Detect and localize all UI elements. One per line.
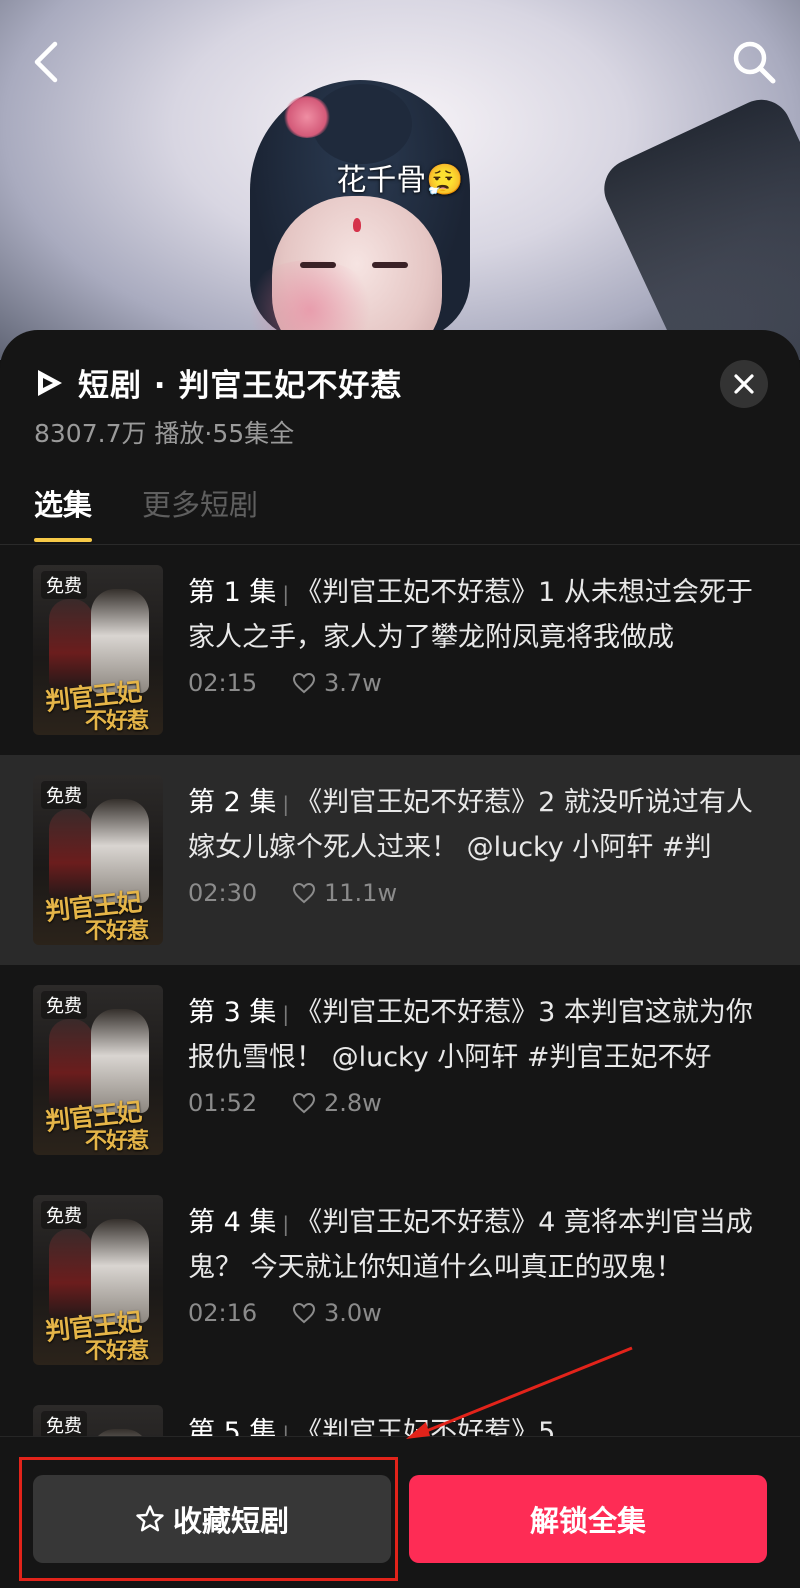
close-icon: [734, 374, 754, 394]
free-badge: 免费: [41, 571, 87, 599]
episode-stats: 01:52 2.8w: [188, 1089, 778, 1117]
star-icon: [136, 1505, 164, 1532]
free-badge: 免费: [41, 991, 87, 1019]
episode-description: 第 4 集 | 《判官王妃不好惹》4 竟将本判官当成鬼？ 今天就让你知道什么叫真正的…: [188, 1207, 753, 1283]
unlock-label: 解锁全集: [529, 1504, 646, 1538]
episode-likes: 2.8w: [324, 1089, 382, 1117]
sheet-header: 短剧 · 判官王妃不好惹: [34, 360, 402, 405]
favorite-label: 收藏短剧: [172, 1504, 289, 1538]
episode-stats: 02:15 3.7w: [188, 669, 778, 697]
character-eye: [300, 262, 336, 268]
episode-thumbnail: 判官王妃 不好惹 免费: [33, 985, 163, 1155]
hair-flower: [283, 96, 331, 138]
close-button[interactable]: [720, 360, 768, 408]
drama-title: 短剧 · 判官王妃不好惹: [78, 368, 403, 404]
favorite-drama-button[interactable]: 收藏短剧: [33, 1475, 391, 1563]
episode-description: 第 1 集 | 《判官王妃不好惹》1 从未想过会死于家人之手，家人为了攀龙附凤竟将我…: [188, 577, 753, 653]
search-icon: [733, 41, 776, 84]
episode-likes: 3.7w: [324, 669, 382, 697]
free-badge: 免费: [41, 781, 87, 809]
unlock-all-button[interactable]: 解锁全集: [409, 1475, 767, 1563]
episode-description: 第 3 集 | 《判官王妃不好惹》3 本判官这就为你报仇雪恨！ @lucky 小阿轩…: [188, 997, 753, 1073]
episode-number: 第 1 集: [188, 577, 277, 608]
episode-stats: 02:30 11.1w: [188, 879, 778, 907]
heart-icon: [292, 882, 316, 904]
search-button[interactable]: [728, 36, 780, 88]
episode-duration: 02:16: [188, 1299, 258, 1327]
forehead-mark: [353, 218, 361, 232]
heart-icon: [292, 1302, 316, 1324]
douyin-drama-logo-icon: [38, 369, 62, 396]
episode-item[interactable]: 判官王妃 不好惹 免费 第 3 集 | 《判官王妃不好惹》3 本判官这就为你报仇雪恨…: [0, 965, 800, 1175]
free-badge: 免费: [41, 1411, 87, 1439]
thumbnail-title: 不好惹: [85, 1128, 149, 1154]
drama-meta: 8307.7万 播放·55集全: [34, 419, 295, 448]
episode-thumbnail: 判官王妃 不好惹 免费: [33, 775, 163, 945]
episode-list: 判官王妃 不好惹 免费 第 1 集 | 《判官王妃不好惹》1 从未想过会死于家人之手…: [0, 545, 800, 1588]
background-figure: [594, 89, 800, 360]
episode-sheet: 短剧 · 判官王妃不好惹 8307.7万 播放·55集全 选集 更多短剧 判官王…: [0, 330, 800, 1588]
tab-more-dramas[interactable]: 更多短剧: [142, 482, 258, 542]
video-player[interactable]: 花千骨😮‍💨: [0, 0, 800, 360]
episode-number: 第 4 集: [188, 1207, 277, 1238]
episode-description: 第 2 集 | 《判官王妃不好惹》2 就没听说过有人嫁女儿嫁个死人过来！ @luck…: [188, 787, 753, 863]
episode-thumbnail: 判官王妃 不好惹 免费: [33, 1195, 163, 1365]
episode-item[interactable]: 判官王妃 不好惹 免费 第 2 集 | 《判官王妃不好惹》2 就没听说过有人嫁女儿嫁…: [0, 755, 800, 965]
character-eye: [372, 262, 408, 268]
episode-item[interactable]: 判官王妃 不好惹 免费 第 4 集 | 《判官王妃不好惹》4 竟将本判官当成鬼？ 今…: [0, 1175, 800, 1385]
back-button[interactable]: [20, 36, 72, 88]
episode-duration: 01:52: [188, 1089, 258, 1117]
episode-likes: 3.0w: [324, 1299, 382, 1327]
thumbnail-title: 不好惹: [85, 708, 149, 734]
episode-number: 第 3 集: [188, 997, 277, 1028]
thumbnail-title: 不好惹: [85, 918, 149, 944]
thumbnail-title: 不好惹: [85, 1338, 149, 1364]
heart-icon: [292, 1092, 316, 1114]
episode-item[interactable]: 判官王妃 不好惹 免费 第 1 集 | 《判官王妃不好惹》1 从未想过会死于家人之手…: [0, 545, 800, 755]
episode-thumbnail: 判官王妃 不好惹 免费: [33, 565, 163, 735]
episode-duration: 02:15: [188, 669, 258, 697]
episode-likes: 11.1w: [324, 879, 398, 907]
episode-stats: 02:16 3.0w: [188, 1299, 778, 1327]
tab-episodes[interactable]: 选集: [34, 482, 93, 542]
heart-icon: [292, 672, 316, 694]
tab-bar: 选集 更多短剧: [34, 482, 308, 542]
free-badge: 免费: [41, 1201, 87, 1229]
chevron-left-icon: [34, 41, 58, 83]
episode-duration: 02:30: [188, 879, 258, 907]
bottom-action-bar: 收藏短剧 解锁全集: [0, 1436, 800, 1588]
video-subtitle: 花千骨😮‍💨: [336, 163, 464, 198]
episode-number: 第 2 集: [188, 787, 277, 818]
